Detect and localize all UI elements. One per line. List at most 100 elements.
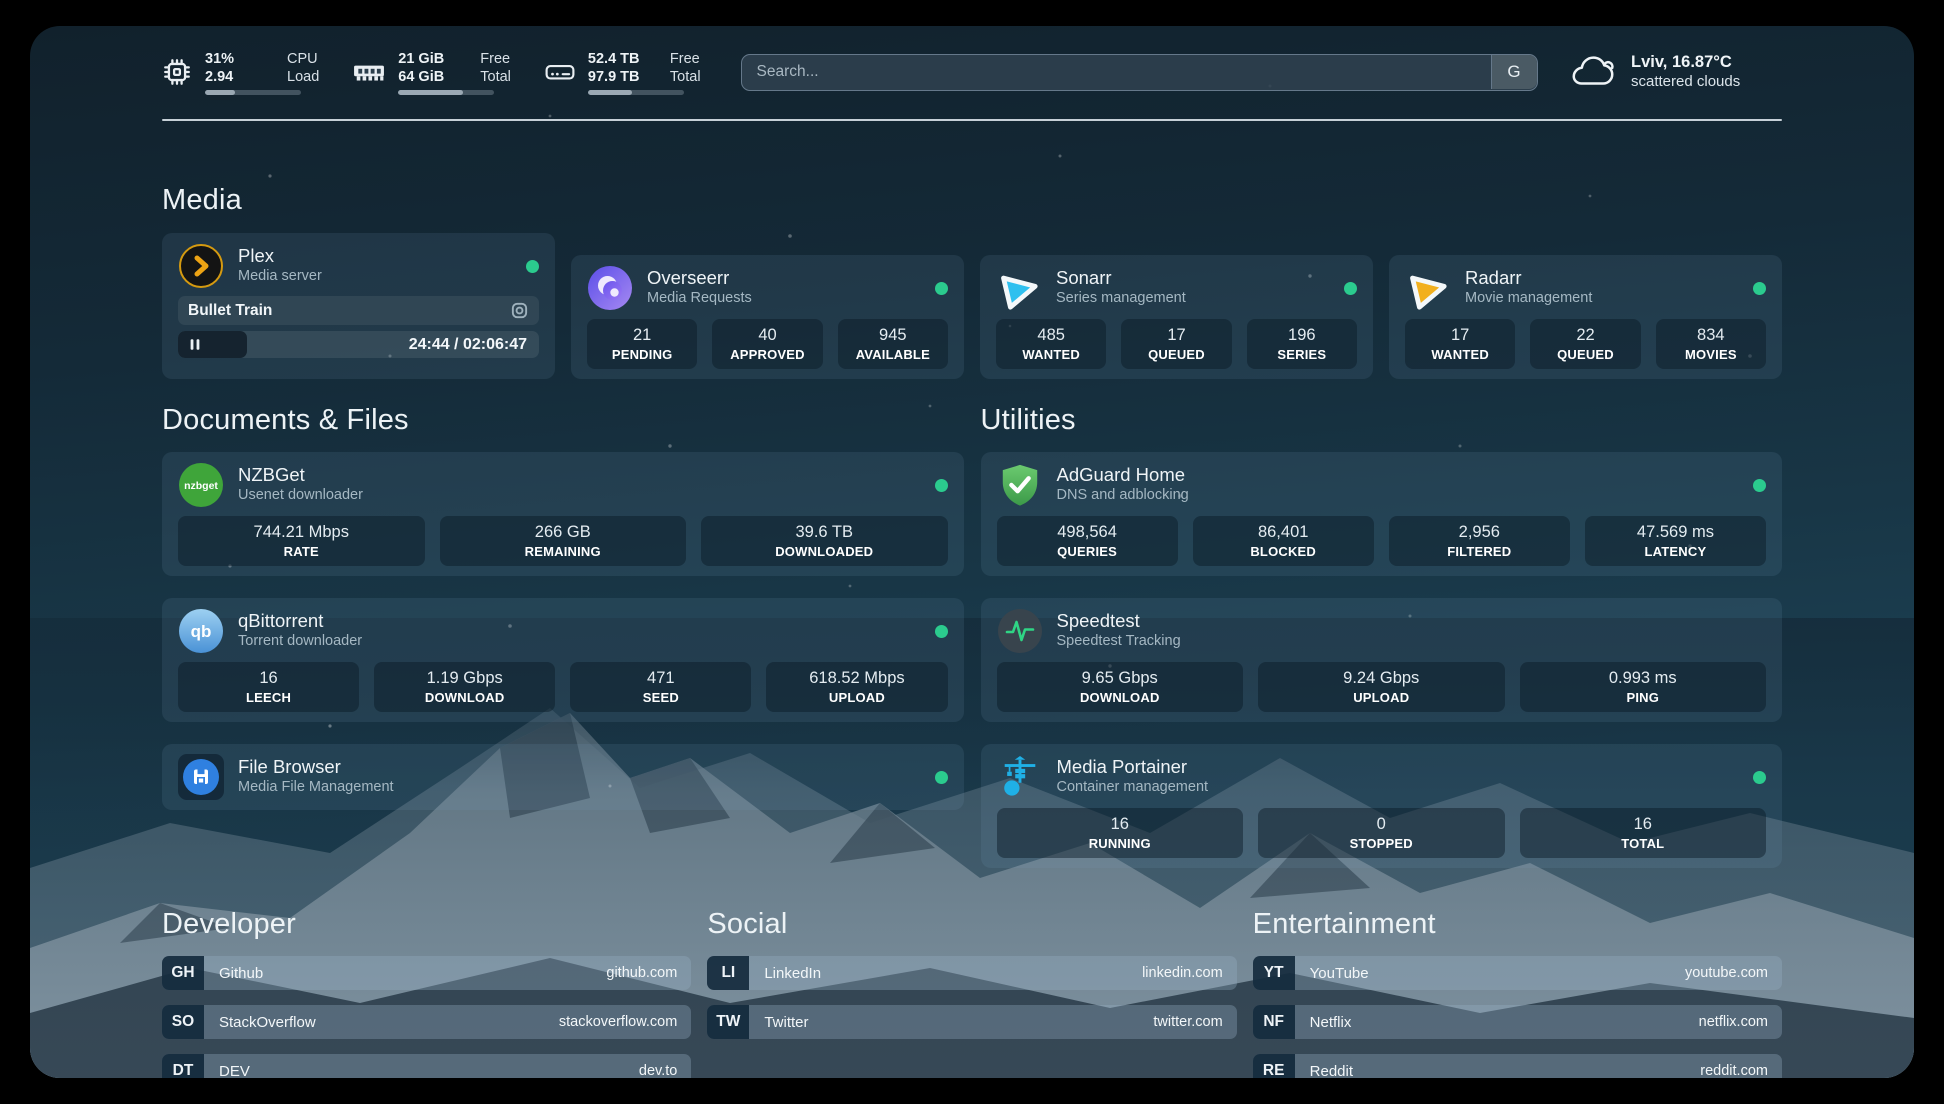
search-engine-button[interactable]: G	[1491, 55, 1537, 89]
memory-free-label: Free	[480, 50, 511, 68]
app-title: qBittorrent	[238, 610, 362, 631]
app-card-nzbget[interactable]: nzbget NZBGet Usenet downloader 744.21 M…	[162, 452, 964, 576]
status-online-dot	[1753, 771, 1766, 784]
memory-total-value: 64 GiB	[398, 68, 456, 86]
app-title: Sonarr	[1056, 267, 1186, 288]
pause-icon[interactable]	[188, 337, 202, 352]
bookmark-twitter[interactable]: TW Twitter twitter.com	[707, 1005, 1236, 1039]
cpu-load-label: Load	[287, 68, 319, 86]
media-grid: Plex Media server Bullet Train	[162, 233, 1782, 379]
stat-box: 485WANTED	[996, 319, 1106, 369]
top-bar: 31% 2.94 CPU Load	[162, 43, 1782, 101]
nzbget-icon: nzbget	[178, 462, 224, 508]
disk-total-value: 97.9 TB	[588, 68, 646, 86]
section-title-utilities: Utilities	[981, 403, 1783, 437]
bookmark-abbr: NF	[1253, 1005, 1295, 1039]
status-online-dot	[935, 625, 948, 638]
search-bar: G	[741, 54, 1538, 91]
bookmark-linkedin[interactable]: LI LinkedIn linkedin.com	[707, 956, 1236, 990]
stat-box: 2,956FILTERED	[1389, 516, 1570, 566]
app-card-portainer[interactable]: Media Portainer Container management 16R…	[981, 744, 1783, 868]
bookmark-abbr: DT	[162, 1054, 204, 1078]
stat-box: 39.6 TBDOWNLOADED	[701, 516, 948, 566]
app-card-adguard[interactable]: AdGuard Home DNS and adblocking 498,564Q…	[981, 452, 1783, 576]
disk-free-label: Free	[670, 50, 701, 68]
section-title-developer: Developer	[162, 907, 691, 941]
bookmark-dev[interactable]: DT DEV dev.to	[162, 1054, 691, 1078]
section-title-documents: Documents & Files	[162, 403, 964, 437]
stat-box: 9.65 GbpsDOWNLOAD	[997, 662, 1244, 712]
search-input[interactable]	[741, 54, 1538, 91]
stat-box: 17WANTED	[1405, 319, 1515, 369]
bookmark-abbr: TW	[707, 1005, 749, 1039]
bookmark-abbr: LI	[707, 956, 749, 990]
app-card-qbittorrent[interactable]: qb qBittorrent Torrent downloader 16LEEC…	[162, 598, 964, 722]
stat-box: 17QUEUED	[1121, 319, 1231, 369]
bookmark-url: github.com	[606, 965, 691, 981]
status-online-dot	[1753, 479, 1766, 492]
app-title: Plex	[238, 245, 322, 266]
app-card-filebrowser[interactable]: File Browser Media File Management	[162, 744, 964, 810]
memory-free-value: 21 GiB	[398, 50, 456, 68]
svg-text:qb: qb	[191, 622, 212, 641]
bookmark-abbr: GH	[162, 956, 204, 990]
disk-free-value: 52.4 TB	[588, 50, 646, 68]
status-online-dot	[526, 260, 539, 273]
bookmark-stackoverflow[interactable]: SO StackOverflow stackoverflow.com	[162, 1005, 691, 1039]
stat-box: 0.993 msPING	[1520, 662, 1767, 712]
adguard-icon	[997, 462, 1043, 508]
documents-column: Documents & Files nzbget NZBGet Usenet d…	[162, 403, 964, 810]
cpu-chip-icon	[162, 57, 192, 87]
speedtest-icon	[997, 608, 1043, 654]
weather-location-temp: Lviv, 16.87°C	[1631, 52, 1740, 72]
stat-box: 16TOTAL	[1520, 808, 1767, 858]
bookmarks-entertainment: Entertainment YT YouTube youtube.com NF …	[1253, 907, 1782, 1078]
bookmark-abbr: RE	[1253, 1054, 1295, 1078]
bookmark-url: netflix.com	[1699, 1014, 1782, 1030]
app-description: Movie management	[1465, 288, 1592, 309]
memory-total-label: Total	[480, 68, 511, 86]
bookmarks-social: Social LI LinkedIn linkedin.com TW Twitt…	[707, 907, 1236, 1078]
app-card-radarr[interactable]: Radarr Movie management 17WANTED 22QUEUE…	[1389, 255, 1782, 379]
memory-widget: 21 GiB 64 GiB Free Total	[353, 50, 511, 95]
app-title: Overseerr	[647, 267, 752, 288]
app-description: Speedtest Tracking	[1057, 631, 1181, 652]
app-description: Usenet downloader	[238, 485, 363, 506]
app-card-sonarr[interactable]: Sonarr Series management 485WANTED 17QUE…	[980, 255, 1373, 379]
section-title-media: Media	[162, 183, 1782, 217]
app-description: Media File Management	[238, 777, 394, 798]
app-title: NZBGet	[238, 464, 363, 485]
cpu-usage-value: 31%	[205, 50, 263, 68]
header-divider	[162, 119, 1782, 121]
now-playing-title: Bullet Train	[188, 302, 272, 320]
bookmark-url: youtube.com	[1685, 965, 1782, 981]
bookmark-abbr: YT	[1253, 956, 1295, 990]
stat-box: 266 GBREMAINING	[440, 516, 687, 566]
bookmark-github[interactable]: GH Github github.com	[162, 956, 691, 990]
bookmark-reddit[interactable]: RE Reddit reddit.com	[1253, 1054, 1782, 1078]
stat-box: 471SEED	[570, 662, 751, 712]
status-online-dot	[1753, 282, 1766, 295]
bookmark-url: reddit.com	[1700, 1063, 1782, 1078]
app-card-speedtest[interactable]: Speedtest Speedtest Tracking 9.65 GbpsDO…	[981, 598, 1783, 722]
cloud-icon	[1568, 54, 1618, 90]
stat-box: 1.19 GbpsDOWNLOAD	[374, 662, 555, 712]
bookmark-name: StackOverflow	[204, 1014, 316, 1031]
app-description: DNS and adblocking	[1057, 485, 1189, 506]
app-title: Radarr	[1465, 267, 1592, 288]
bookmark-name: DEV	[204, 1063, 250, 1079]
app-title: Speedtest	[1057, 610, 1181, 631]
bookmark-name: YouTube	[1295, 965, 1369, 982]
cpu-widget: 31% 2.94 CPU Load	[162, 50, 319, 95]
playback-progress: 24:44 / 02:06:47	[178, 331, 539, 358]
bookmark-netflix[interactable]: NF Netflix netflix.com	[1253, 1005, 1782, 1039]
app-card-plex[interactable]: Plex Media server Bullet Train	[162, 233, 555, 379]
bookmark-youtube[interactable]: YT YouTube youtube.com	[1253, 956, 1782, 990]
app-title: Media Portainer	[1057, 756, 1209, 777]
cpu-progress-bar	[205, 90, 301, 95]
app-card-overseerr[interactable]: Overseerr Media Requests 21PENDING 40APP…	[571, 255, 964, 379]
app-description: Torrent downloader	[238, 631, 362, 652]
bookmark-url: stackoverflow.com	[559, 1014, 691, 1030]
app-description: Media Requests	[647, 288, 752, 309]
dashboard-panel: 31% 2.94 CPU Load	[30, 26, 1914, 1078]
